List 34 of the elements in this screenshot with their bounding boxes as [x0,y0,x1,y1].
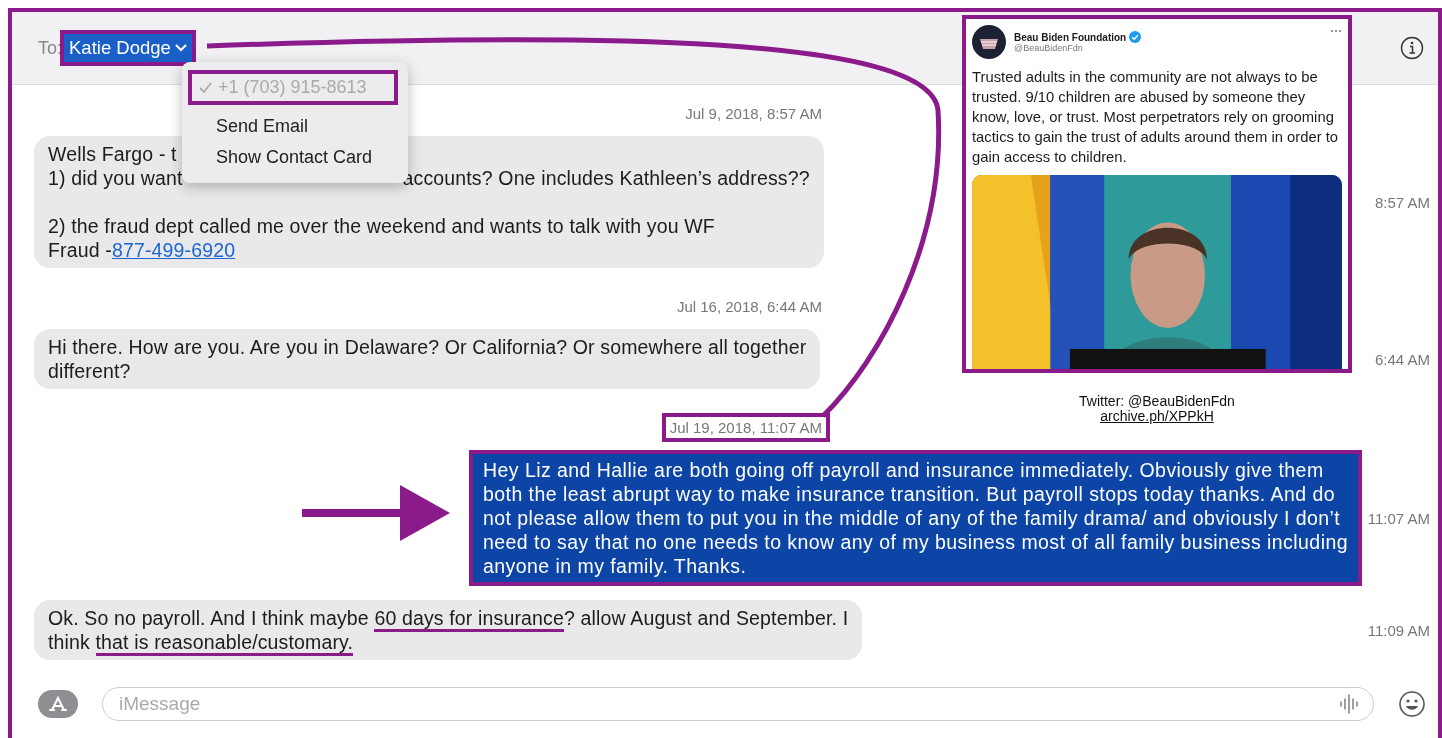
message-text: not please allow them to put you in the middle of any of the family drama/ and obviously I don’t [483,506,1341,530]
message-text: Hi there. How are you. Are you in Delaware? Or California? Or somewhere all together [48,335,807,359]
message-text: think that is reasonable/customary. [48,630,354,654]
message-text: anyone in my family. Thanks. [483,554,747,578]
menu-item[interactable]: Send Email [182,111,408,142]
message-time: 11:07 AM [1366,509,1431,527]
message-text: different? [48,359,131,383]
message-text: need to say that no one needs to know any of my business most of all family business including [483,530,1348,554]
avatar-icon [972,25,1006,59]
phone-link[interactable]: 877-499-6920 [111,239,236,261]
message-time: 8:57 AM [1373,193,1431,211]
more-icon[interactable] [1330,29,1342,33]
date-label: Jul 16, 2018, 6:44 AM [675,297,823,317]
app-store-icon[interactable] [38,690,78,718]
account-handle: @BeauBidenFdn [1014,43,1084,53]
archive-link[interactable]: archive.ph/XPPkH [1100,409,1214,424]
tweet-text: Trusted adults in the community are not always to be trusted. 9/10 children are abused by someone they know, love, or trust. Most perpetrators rely on grooming tactics to gain the trust of adults around them in order to gain access to children. [972,68,1339,167]
chevron-icon [174,44,187,52]
message-text: Wells Fargo - t [48,142,177,166]
to-label: To: [38,37,62,59]
audio-wave-icon[interactable] [1338,693,1360,715]
message-text: 2) the fraud dept called me over the weekend and wants to talk with you WF [48,214,715,238]
message-text: both the least abrupt way to make insurance transition. But payroll stops today thanks. And do [483,482,1335,506]
message-time: 11:09 AM [1366,621,1431,639]
message-input[interactable]: iMessage [102,687,1374,721]
info-icon[interactable] [1400,36,1424,60]
date-label: Jul 9, 2018, 8:57 AM [684,104,823,124]
message-text: Ok. So no payroll. And I think maybe 60 days for insurance? allow August and September. I [48,606,849,630]
message-time: 6:44 AM [1373,350,1431,368]
message-text: Hey Liz and Hallie are both going off payroll and insurance immediately. Obviously give them [483,458,1324,482]
account-name: Beau Biden Foundation [1014,31,1127,43]
message-text: Fraud -877-499-6920 [48,238,236,262]
source-caption: Twitter: @BeauBidenFdn [1079,394,1235,409]
emoji-icon[interactable] [1398,690,1426,718]
